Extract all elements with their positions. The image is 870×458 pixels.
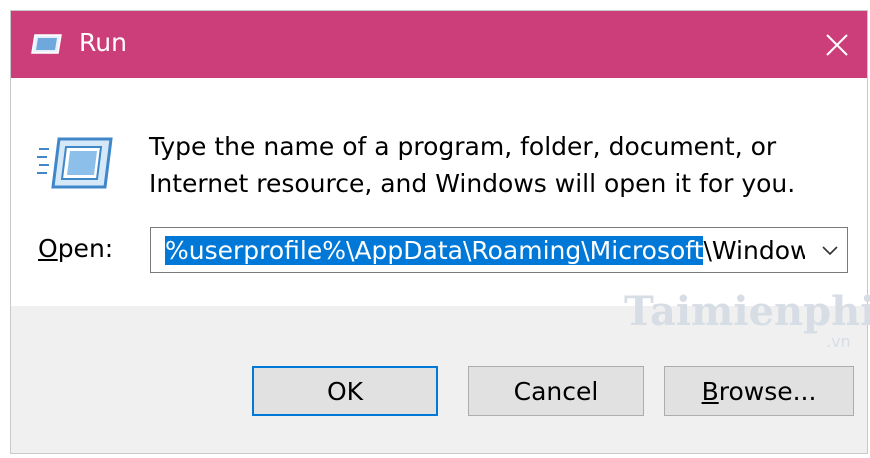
window-title: Run: [79, 28, 127, 57]
unselected-path-text: \Windows\: [703, 236, 805, 265]
dialog-content: Type the name of a program, folder, docu…: [11, 78, 867, 306]
watermark-logo: Taimienphi: [624, 288, 870, 335]
close-icon: [826, 33, 848, 56]
browse-button[interactable]: Browse...: [664, 366, 854, 416]
close-button[interactable]: [807, 11, 867, 78]
open-combobox[interactable]: %userprofile%\AppData\Roaming\Microsoft\…: [150, 227, 848, 273]
run-icon: [31, 34, 62, 54]
chevron-down-icon: [822, 246, 838, 255]
title-bar[interactable]: Run: [11, 11, 867, 78]
open-label: Open:: [38, 234, 114, 263]
selected-path-text: %userprofile%\AppData\Roaming\Microsoft: [165, 236, 704, 265]
watermark-domain: .vn: [826, 332, 851, 351]
ok-button[interactable]: OK: [252, 366, 438, 416]
run-program-icon: [37, 137, 113, 189]
dropdown-button[interactable]: [813, 228, 847, 272]
run-dialog: Run Type the name of a program, folder, …: [10, 10, 868, 454]
cancel-button[interactable]: Cancel: [468, 366, 644, 416]
run-description: Type the name of a program, folder, docu…: [149, 132, 796, 198]
open-input[interactable]: %userprofile%\AppData\Roaming\Microsoft\…: [165, 234, 805, 268]
